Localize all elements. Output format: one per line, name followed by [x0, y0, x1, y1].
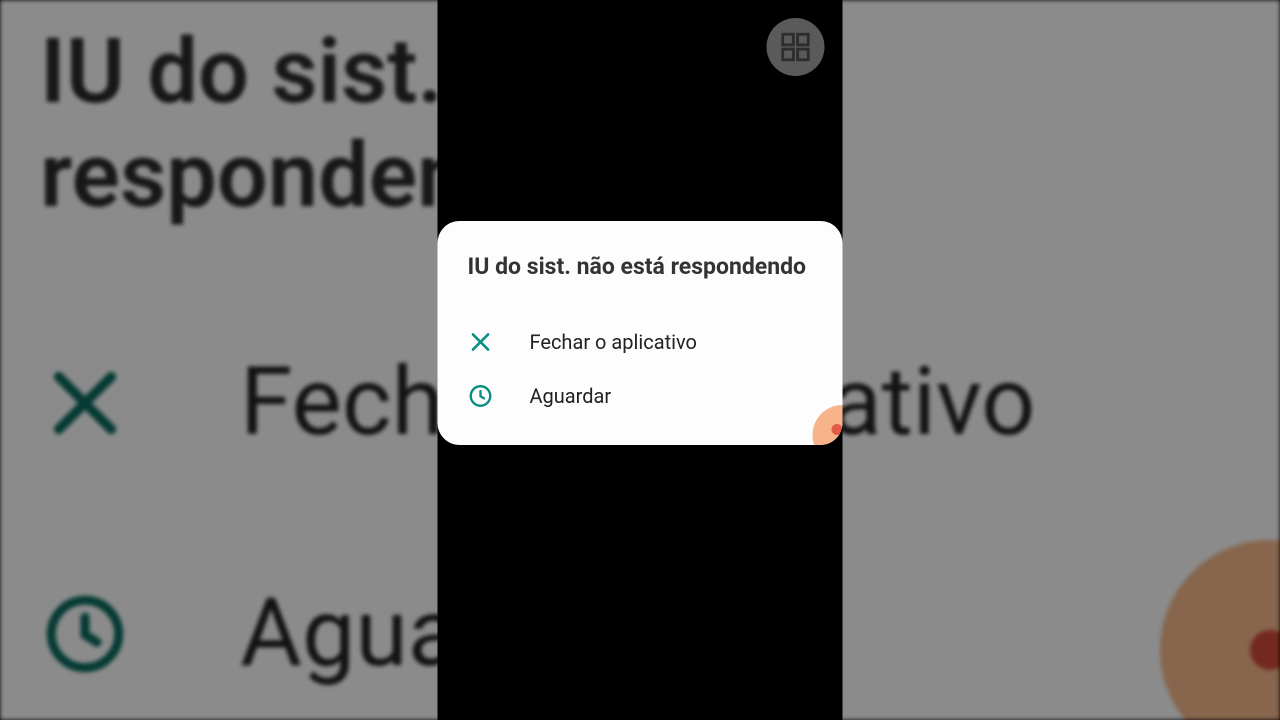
- wait-label: Aguardar: [530, 384, 612, 408]
- phone-screen: IU do sist. não está respondendo Fechar …: [438, 0, 843, 720]
- anr-dialog: IU do sist. não está respondendo Fechar …: [438, 221, 843, 445]
- clock-icon: [468, 383, 494, 409]
- clock-icon: [40, 589, 130, 679]
- close-icon: [40, 358, 130, 448]
- screen-recorder-icon[interactable]: [813, 405, 843, 445]
- wait-option[interactable]: Aguardar: [468, 369, 813, 423]
- close-app-option[interactable]: Fechar o aplicativo: [468, 315, 813, 369]
- dialog-title: IU do sist. não está respondendo: [468, 251, 813, 283]
- close-app-label: Fechar o aplicativo: [530, 330, 697, 354]
- close-icon: [468, 329, 494, 355]
- apps-grid-icon: [779, 30, 813, 64]
- apps-grid-button[interactable]: [767, 18, 825, 76]
